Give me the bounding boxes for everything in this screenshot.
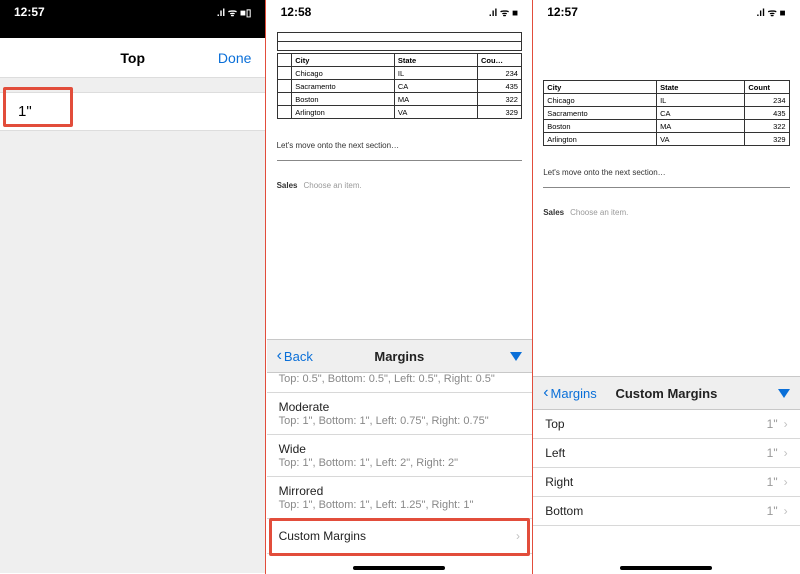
chevron-right-icon: ›	[784, 446, 788, 460]
document-area: City State Count ChicagoIL234 Sacramento…	[533, 24, 799, 223]
margin-option-moderate[interactable]: Moderate Top: 1", Bottom: 1", Left: 0.75…	[267, 393, 532, 435]
home-indicator	[353, 566, 445, 570]
chevron-right-icon: ›	[516, 529, 520, 543]
status-time: 12:58	[281, 5, 312, 19]
dropdown-icon[interactable]	[510, 352, 522, 361]
margin-row-top[interactable]: Top 1"›	[533, 410, 799, 439]
document-table: City State Count ChicagoIL234 Sacramento…	[543, 80, 789, 146]
col-city: City	[292, 54, 395, 67]
status-bar: 12:58 .ıl ᯤ ■	[267, 0, 532, 24]
back-button[interactable]: ‹ Back	[277, 347, 313, 365]
table-row: SacramentoCA435	[277, 80, 521, 93]
status-bar: 12:57 .ıl ᯤ ■	[533, 0, 799, 24]
phone-screenshot-2: 12:57 .ıl ᯤ ■ City State Count ChicagoIL…	[533, 0, 799, 574]
section-divider	[543, 187, 789, 188]
modal-title: Top	[120, 50, 145, 66]
margin-option-mirrored[interactable]: Mirrored Top: 1", Bottom: 1", Left: 1.25…	[267, 477, 532, 519]
status-bar: 12:57 .ıl ᯤ ■▯	[0, 0, 265, 24]
panel-title: Custom Margins	[615, 386, 717, 401]
dropdown-icon[interactable]	[778, 389, 790, 398]
margin-row-left[interactable]: Left 1"›	[533, 439, 799, 468]
chevron-right-icon: ›	[784, 417, 788, 431]
custom-margins-row[interactable]: Custom Margins ›	[267, 519, 532, 554]
document-table-main: City State Cou… ChicagoIL234 SacramentoC…	[277, 53, 522, 119]
table-row: BostonMA322	[277, 93, 521, 106]
modal-nav: Top Done	[0, 38, 265, 78]
margin-row-right[interactable]: Right 1"›	[533, 468, 799, 497]
status-icons: .ıl ᯤ ■	[757, 5, 786, 19]
doc-text: Let's move onto the next section…	[543, 168, 789, 177]
document-table	[277, 32, 522, 51]
panel-title: Margins	[374, 349, 424, 364]
col-count: Cou…	[477, 54, 521, 67]
chevron-right-icon: ›	[784, 475, 788, 489]
status-time: 12:57	[14, 5, 45, 19]
margin-option-truncated[interactable]: Top: 0.5", Bottom: 0.5", Left: 0.5", Rig…	[267, 373, 532, 393]
status-time: 12:57	[547, 5, 578, 19]
chevron-left-icon: ‹	[543, 384, 548, 402]
table-row: SacramentoCA435	[544, 107, 789, 120]
col-count: Count	[745, 81, 789, 94]
col-state: State	[657, 81, 745, 94]
table-row: BostonMA322	[544, 120, 789, 133]
done-button[interactable]: Done	[218, 50, 251, 66]
chevron-left-icon: ‹	[277, 347, 282, 365]
table-row: ArlingtonVA329	[277, 106, 521, 119]
phone-screenshot-3: 12:57 .ıl ᯤ ■▯ Top Done 1"	[0, 0, 266, 574]
panel-header: ‹ Margins Custom Margins	[533, 376, 799, 410]
col-state: State	[394, 54, 477, 67]
section-divider	[277, 160, 522, 161]
modal-body: 1"	[0, 78, 265, 573]
panel-header: ‹ Back Margins	[267, 339, 532, 373]
phone-screenshot-1: 12:58 .ıl ᯤ ■ City State Cou… ChicagoIL2…	[267, 0, 533, 574]
doc-text: Let's move onto the next section…	[277, 141, 522, 150]
status-icons: .ıl ᯤ ■	[489, 5, 518, 19]
document-area: City State Cou… ChicagoIL234 SacramentoC…	[267, 24, 532, 196]
home-indicator	[620, 566, 712, 570]
table-row: ArlingtonVA329	[544, 133, 789, 146]
margin-option-wide[interactable]: Wide Top: 1", Bottom: 1", Left: 2", Righ…	[267, 435, 532, 477]
sales-line: SalesChoose an item.	[277, 181, 522, 190]
col-city: City	[544, 81, 657, 94]
back-button[interactable]: ‹ Margins	[543, 384, 597, 402]
sales-line: SalesChoose an item.	[543, 208, 789, 217]
table-row: ChicagoIL234	[544, 94, 789, 107]
chevron-right-icon: ›	[784, 504, 788, 518]
status-icons: .ıl ᯤ ■▯	[217, 5, 252, 19]
table-row: ChicagoIL234	[277, 67, 521, 80]
margin-row-bottom[interactable]: Bottom 1"›	[533, 497, 799, 526]
black-gap	[0, 24, 265, 38]
margin-value-input[interactable]: 1"	[0, 92, 265, 131]
